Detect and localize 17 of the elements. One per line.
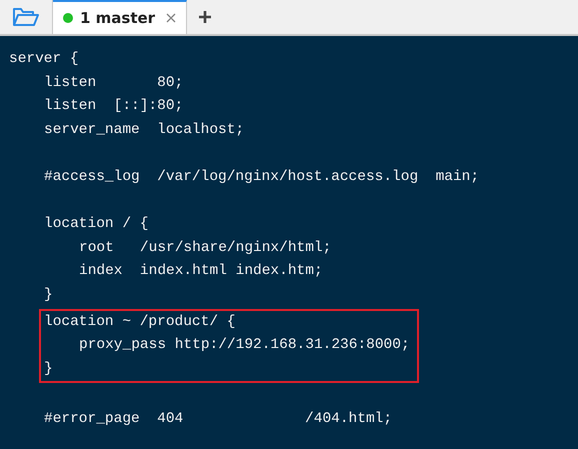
code-line: proxy_pass http://192.168.31.236:8000; bbox=[79, 336, 410, 356]
code-line: server { bbox=[9, 50, 79, 69]
tab-label: 1 master bbox=[80, 9, 156, 27]
code-line: } bbox=[44, 360, 53, 379]
code-line: #access_log /var/log/nginx/host.access.log main; bbox=[44, 168, 480, 187]
code-line: listen 80; bbox=[44, 74, 184, 93]
code-line: location ~ /product/ { bbox=[44, 312, 236, 332]
code-line: root /usr/share/nginx/html; bbox=[79, 238, 332, 258]
code-line: #error_page 404 /404.html; bbox=[44, 410, 392, 429]
close-icon[interactable] bbox=[166, 13, 176, 23]
code-line: server_name localhost; bbox=[44, 120, 244, 140]
plus-icon[interactable] bbox=[198, 10, 212, 24]
code-line: listen [::]:80; bbox=[44, 97, 184, 116]
session-tab[interactable]: 1 master bbox=[53, 0, 187, 34]
code-line: index index.html index.htm; bbox=[79, 262, 323, 282]
code-line: } bbox=[44, 286, 53, 305]
code-line: location / { bbox=[44, 215, 148, 234]
